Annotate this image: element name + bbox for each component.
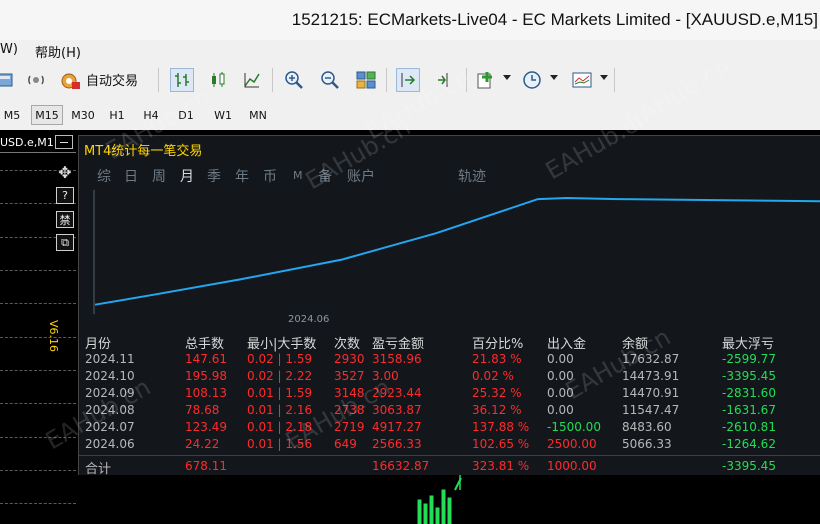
total-pnl: 16632.87 [372,459,430,473]
cell-drawdown: -1264.62 [722,437,776,451]
cell-count: 2930 [334,352,365,366]
templates-dropdown-icon[interactable] [600,75,608,80]
cell-month: 2024.06 [85,437,135,451]
tab-currency[interactable]: 币 [263,166,277,186]
cell-pct: 0.02 % [472,369,514,383]
window-icon[interactable]: ⧉ [56,234,74,251]
move-icon[interactable]: ✥ [56,164,74,182]
help-icon[interactable]: ? [56,187,74,204]
total-lots: 678.11 [185,459,227,473]
col-deposit: 出入金 [547,337,587,352]
col-month: 月份 [85,337,112,352]
cell-drawdown: -2599.77 [722,352,776,366]
candlestick-icon[interactable] [206,68,230,92]
cell-lots: 24.22 [185,437,220,451]
menu-item-window[interactable]: W) [0,42,18,57]
cell-month: 2024.11 [85,352,135,366]
col-lots: 总手数 [185,337,225,352]
cell-lots: 147.61 [185,352,227,366]
tab-week[interactable]: 周 [152,166,166,186]
tab-day[interactable]: 日 [124,166,138,186]
cell-pct: 21.83 % [472,352,522,366]
total-drawdown: -3395.45 [722,459,776,473]
col-count: 次数 [334,337,361,352]
cell-minmax: 0.01 | 1.59 [247,386,313,400]
zoom-in-icon[interactable] [282,68,306,92]
cell-pct: 36.12 % [472,403,522,417]
cell-pnl: 4917.27 [372,420,422,434]
cell-deposit: -1500.00 [547,420,601,434]
menu-item-help[interactable]: 帮助(H) [35,42,81,61]
cell-balance: 14470.91 [622,386,680,400]
auto-trading-button[interactable]: 自动交易 [86,70,138,89]
zoom-out-icon[interactable] [318,68,342,92]
cell-drawdown: -3395.45 [722,369,776,383]
minimize-button[interactable] [55,135,73,149]
templates-icon[interactable] [570,68,594,92]
timeframe-h1[interactable]: H1 [105,105,129,125]
cell-pct: 137.88 % [472,420,530,434]
timeframe-m5[interactable]: M5 [0,105,24,125]
col-pnl: 盈亏金额 [372,337,425,352]
cell-minmax: 0.01 | 2.16 [247,403,313,417]
col-drawdown: 最大浮亏 [722,337,775,352]
tab-year[interactable]: 年 [235,166,249,186]
cell-pnl: 2566.33 [372,437,422,451]
cell-pct: 102.65 % [472,437,530,451]
forbid-icon[interactable]: 禁 [56,211,74,228]
line-chart-icon[interactable] [240,68,264,92]
total-pct: 323.81 % [472,459,530,473]
timeframe-m15[interactable]: M15 [31,105,63,125]
cell-count: 3527 [334,369,365,383]
cell-minmax: 0.02 | 1.59 [247,352,313,366]
stats-panel: MT4统计每一笔交易 综 日 周 月 季 年 币 M 备 账户 轨迹 2024.… [78,135,820,477]
timeframe-m30[interactable]: M30 [68,105,98,125]
periods-dropdown-icon[interactable] [550,75,558,80]
cell-drawdown: -1631.67 [722,403,776,417]
cell-deposit: 0.00 [547,352,574,366]
title-bar: 1521215: ECMarkets-Live04 - EC Markets L… [0,0,820,41]
chart-symbol-label: USD.e,M1 [0,136,54,149]
cell-balance: 5066.33 [622,437,672,451]
total-deposit: 1000.00 [547,459,597,473]
tab-month[interactable]: 月 [180,166,194,186]
window-title: 1521215: ECMarkets-Live04 - EC Markets L… [291,10,818,29]
cell-lots: 78.68 [185,403,220,417]
cell-pnl: 3158.96 [372,352,422,366]
clock-icon[interactable] [520,68,544,92]
menu-bar: W) 帮助(H) [0,40,820,61]
timeframe-w1[interactable]: W1 [210,105,236,125]
cell-deposit: 0.00 [547,403,574,417]
cell-lots: 195.98 [185,369,227,383]
cell-pct: 25.32 % [472,386,522,400]
timeframe-mn[interactable]: MN [245,105,271,125]
col-pct: 百分比% [472,337,524,352]
indicators-dropdown-icon[interactable] [503,75,511,80]
cell-count: 649 [334,437,357,451]
cell-balance: 8483.60 [622,420,672,434]
cell-drawdown: -2831.60 [722,386,776,400]
version-label: V6.16 [47,320,60,353]
cell-minmax: 0.02 | 2.22 [247,369,313,383]
cell-drawdown: -2610.81 [722,420,776,434]
tab-quarter[interactable]: 季 [207,166,221,186]
equity-curve [93,190,820,314]
profile-icon[interactable] [0,68,16,92]
auto-trading-icon[interactable] [58,68,82,92]
tab-trajectory[interactable]: 轨迹 [458,166,486,186]
col-minmax: 最小|大手数 [247,337,317,352]
equity-line [94,196,820,306]
cell-lots: 108.13 [185,386,227,400]
tab-summary[interactable]: 综 [97,166,111,186]
curve-x-label: 2024.06 [288,314,330,325]
cell-lots: 123.49 [185,420,227,434]
total-label: 合计 [85,462,112,477]
cell-deposit: 2500.00 [547,437,597,451]
cell-balance: 11547.47 [622,403,680,417]
signal-icon[interactable] [24,68,48,92]
tile-windows-icon[interactable] [354,68,378,92]
indicators-icon[interactable] [474,68,498,92]
